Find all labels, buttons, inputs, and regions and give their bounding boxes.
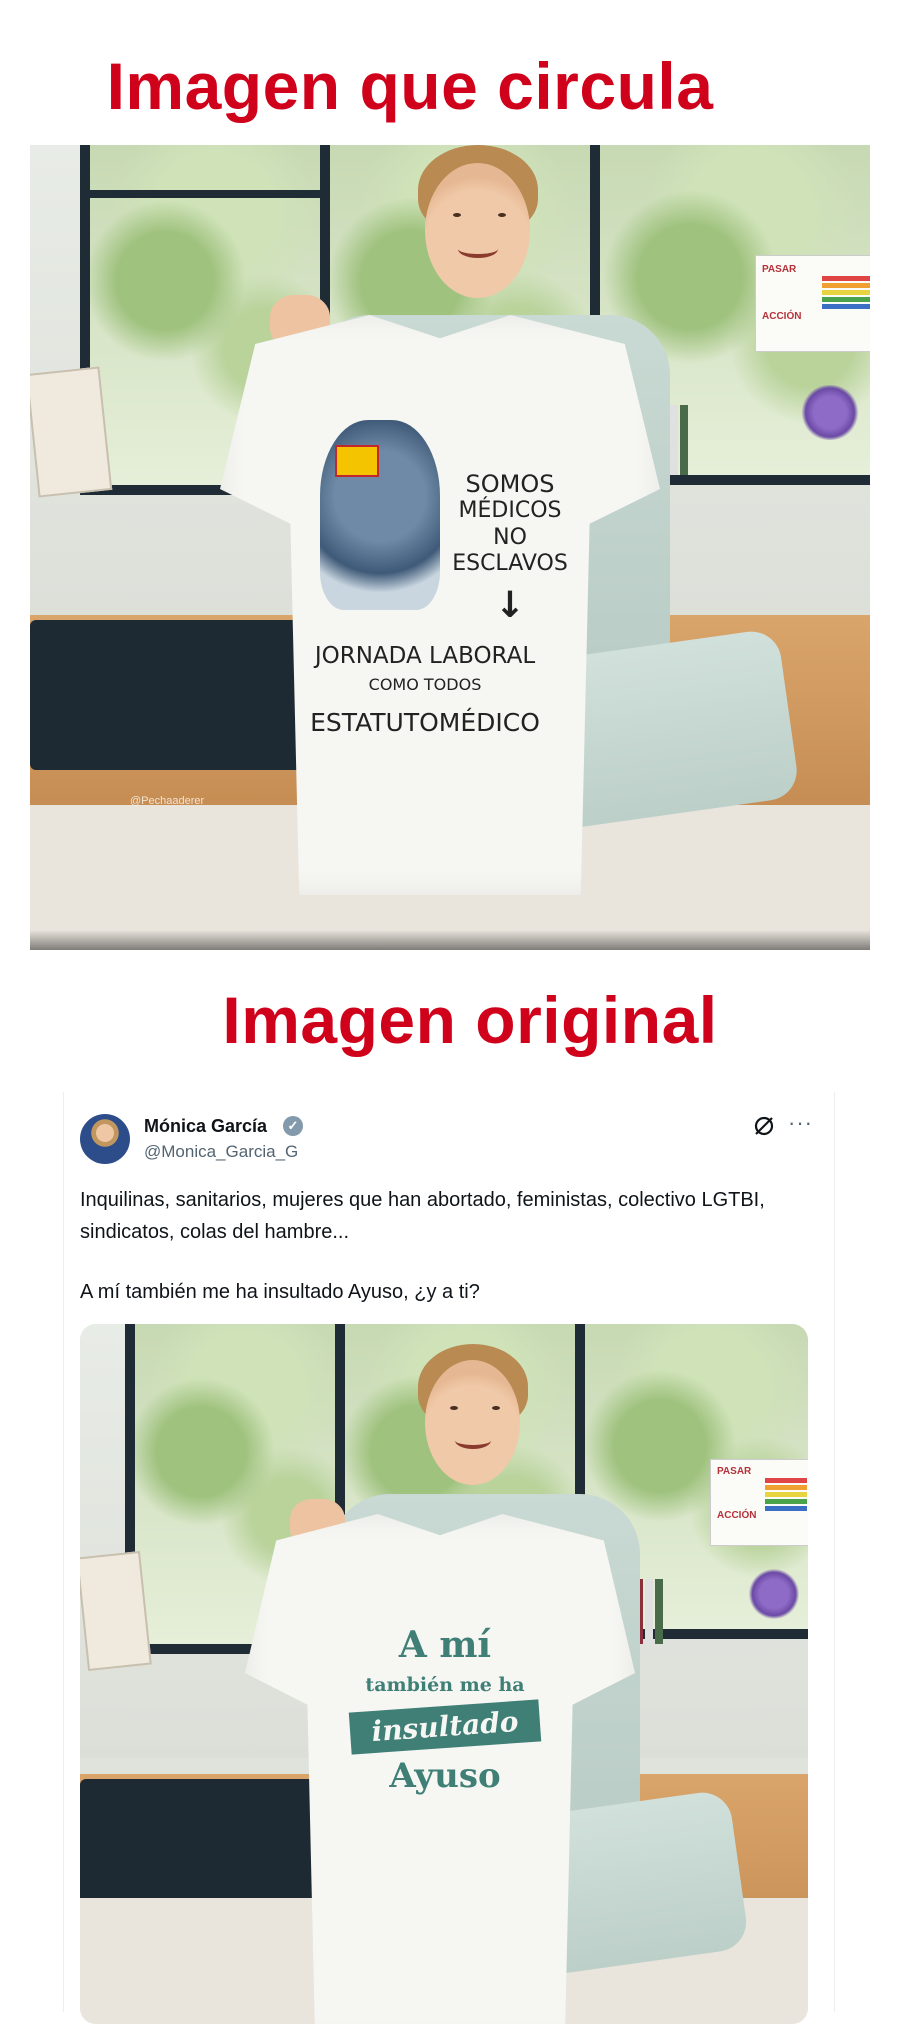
pride-poster: PASAR ACCIÓN xyxy=(710,1459,808,1546)
author-name[interactable]: Mónica García xyxy=(144,1116,267,1137)
shirt-text-ayuso: Ayuso xyxy=(389,1756,501,1796)
person-face xyxy=(425,163,530,298)
tweet-card: Mónica García ✓ @Monica_Garcia_G ··· Inq… xyxy=(63,1092,835,2024)
flowers xyxy=(748,1569,800,1619)
avatar[interactable] xyxy=(80,1114,130,1164)
tweet-photo[interactable]: PASAR ACCIÓN A mí también me ha insultad… xyxy=(80,1324,808,2024)
shirt-text-estatuto: ESTATUTOMÉDICO xyxy=(310,708,540,737)
pinboard xyxy=(30,366,113,498)
heading-circulating-image: Imagen que circula xyxy=(106,49,714,123)
tweet-text-paragraph-1: Inquilinas, sanitarios, mujeres que han … xyxy=(80,1189,765,1243)
shirt-text-tambien-me-ha: también me ha xyxy=(365,1674,525,1696)
more-options-icon[interactable]: ··· xyxy=(788,1110,813,1136)
shirt-text-como-todos: COMO TODOS xyxy=(368,675,482,694)
shirt-text-somos: SOMOS xyxy=(465,470,555,498)
flowers xyxy=(800,385,860,440)
shirt-text-no: NO xyxy=(493,525,527,550)
shirt-text-a-mi: A mí xyxy=(398,1624,492,1666)
verified-badge-icon: ✓ xyxy=(283,1116,303,1136)
shirt-text-medicos: MÉDICOS xyxy=(458,498,562,523)
shirt-text-esclavos: ESCLAVOS xyxy=(452,551,568,576)
shirt-arrow: ↓ xyxy=(494,585,526,626)
heading-original-image: Imagen original xyxy=(222,983,718,1057)
pinboard xyxy=(80,1550,152,1672)
grok-icon[interactable] xyxy=(752,1114,776,1138)
pride-poster: PASAR ACCIÓN xyxy=(755,255,870,352)
author-handle[interactable]: @Monica_Garcia_G xyxy=(144,1142,298,1162)
shirt-text-jornada: JORNADA LABORAL xyxy=(314,643,536,669)
tweet-text-paragraph-2: A mí también me ha insultado Ayuso, ¿y a… xyxy=(80,1281,480,1303)
person-face xyxy=(425,1360,520,1485)
watermark: @Pechaaderer xyxy=(130,795,205,807)
circulating-photo: PASAR ACCIÓN SOMOS MÉDICOS NO ESCLAVOS ↓… xyxy=(30,145,870,950)
